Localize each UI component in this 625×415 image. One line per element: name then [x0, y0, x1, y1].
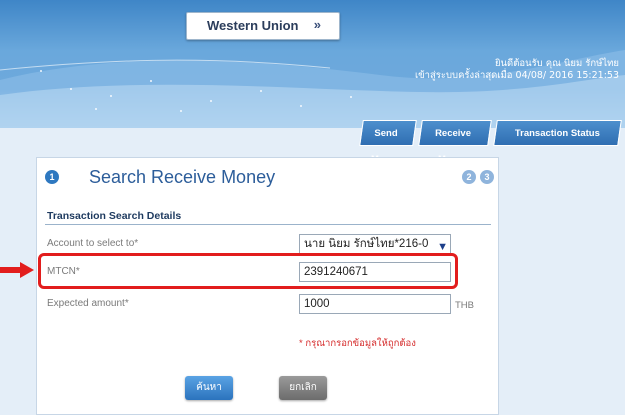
account-select-value: นาย นิยม รักษ์ไทย*216-0: [304, 238, 429, 250]
service-selector[interactable]: Western Union »: [186, 12, 340, 40]
section-title: Transaction Search Details: [47, 210, 182, 222]
header-banner: Western Union » ยินดีต้อนรับ คุณ นิยม รั…: [0, 0, 625, 128]
search-button[interactable]: ค้นหา: [185, 376, 233, 400]
account-label: Account to select to*: [47, 238, 139, 249]
tab-receive-money[interactable]: Receive Money: [418, 120, 492, 165]
sparkle-decoration: [180, 110, 182, 112]
red-arrow-icon: [0, 262, 34, 278]
sparkle-decoration: [210, 100, 212, 102]
chevron-down-icon: »: [313, 17, 321, 32]
sparkle-decoration: [95, 108, 97, 110]
sparkle-decoration: [350, 96, 352, 98]
mtcn-highlight-box: [38, 253, 458, 289]
account-select[interactable]: นาย นิยม รักษ์ไทย*216-0 ▼: [299, 234, 451, 254]
validation-warning: * กรุณากรอกข้อมูลให้ถูกต้อง: [299, 338, 416, 349]
last-login-text: เข้าสู่ระบบครั้งล่าสุดเมื่อ 04/08/ 2016 …: [414, 70, 619, 81]
section-divider: [45, 224, 491, 225]
step-3-indicator: 3: [480, 170, 494, 184]
sparkle-decoration: [40, 70, 42, 72]
tab-send-money[interactable]: Send Money: [359, 120, 417, 165]
sparkle-decoration: [150, 80, 152, 82]
currency-unit: THB: [455, 300, 474, 311]
sparkle-decoration: [260, 90, 262, 92]
sparkle-decoration: [300, 105, 302, 107]
service-selector-label: Western Union: [207, 18, 299, 33]
sparkle-decoration: [70, 88, 72, 90]
cancel-button[interactable]: ยกเลิก: [279, 376, 327, 400]
tab-transaction-status[interactable]: Transaction Status: [493, 120, 622, 146]
expected-amount-label: Expected amount*: [47, 298, 129, 309]
step-2-indicator: 2: [462, 170, 476, 184]
welcome-text: ยินดีต้อนรับ คุณ นิยม รักษ์ไทย: [494, 58, 619, 69]
expected-amount-input[interactable]: 1000: [299, 294, 451, 314]
step-1-indicator: 1: [45, 170, 59, 184]
welcome-block: ยินดีต้อนรับ คุณ นิยม รักษ์ไทย เข้าสู่ระ…: [415, 58, 619, 82]
page-title: Search Receive Money: [89, 167, 276, 187]
expected-amount-value: 1000: [304, 298, 330, 310]
tab-transaction-status-label: Transaction Status: [514, 128, 600, 139]
sparkle-decoration: [110, 95, 112, 97]
